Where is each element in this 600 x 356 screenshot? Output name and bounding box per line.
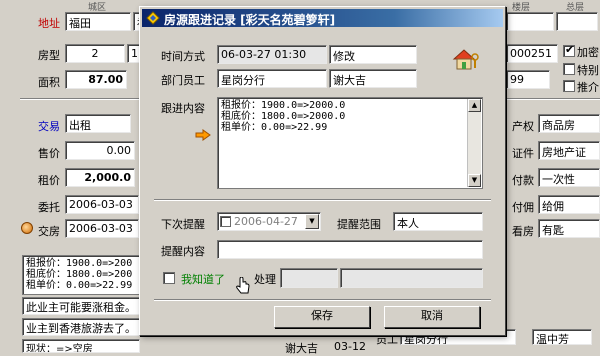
note-row[interactable]: 业主到香港旅游去了。	[22, 318, 140, 336]
dialog-titlebar[interactable]: 房源跟进记录 [彩天名苑碧箩轩]	[142, 9, 503, 27]
room-type-label: 房型	[38, 49, 60, 62]
scroll-up-icon[interactable]: ▲	[468, 99, 481, 112]
memo-line: 租底价：1800.0=>200	[26, 269, 133, 280]
next-remind-date: 2006-04-27	[234, 215, 298, 228]
address-field[interactable]: 福田	[65, 12, 131, 31]
content-scrollbar[interactable]: ▲ ▼	[467, 99, 481, 187]
content-textarea[interactable]: 租报价：1900.0=>2000.0 租底价：1800.0=>2000.0 租单价：…	[217, 97, 483, 189]
recommend-checkbox[interactable]	[563, 80, 575, 92]
encrypt-label: 加密	[577, 46, 599, 59]
area-label: 面积	[38, 76, 60, 89]
view-field[interactable]: 有匙	[538, 219, 600, 238]
hand-cursor-icon	[236, 277, 250, 294]
sale-price-field[interactable]: 0.00	[65, 141, 135, 160]
commission-label: 付佣	[512, 201, 534, 214]
remind-content-label: 提醒内容	[161, 245, 205, 258]
memo-line: 租报价：1900.0=>200	[26, 258, 133, 269]
room-type-field[interactable]: 2	[65, 44, 125, 63]
handle-label: 处理	[254, 273, 276, 286]
staff-person-field[interactable]: 温中芳	[532, 329, 592, 345]
clock-icon	[21, 222, 33, 234]
entrust-label: 委托	[38, 201, 60, 214]
special-checkbox[interactable]	[563, 63, 575, 75]
cert-field[interactable]: 房地产证	[538, 141, 600, 160]
dept-label: 部门员工	[161, 74, 205, 87]
next-remind-label: 下次提醒	[161, 218, 205, 231]
method-field[interactable]: 修改	[329, 45, 417, 64]
rent-label: 租价	[38, 174, 60, 187]
follow-up-dialog: 房源跟进记录 [彩天名苑碧箩轩] 时间方式 06-03-27 01:30 修改 …	[139, 6, 506, 336]
cert-label: 证件	[512, 147, 534, 160]
i-know-label[interactable]: 我知道了	[181, 271, 225, 287]
content-line: 租底价：1800.0=>2000.0	[221, 111, 346, 122]
floor-partial-field[interactable]: 99	[506, 70, 550, 89]
sale-price-label: 售价	[38, 147, 60, 160]
note-row[interactable]: 此业主可能要涨租金。	[22, 297, 140, 315]
diamond-icon	[146, 11, 160, 25]
remind-content-field[interactable]	[217, 240, 483, 259]
bottom-person: 谢大吉	[285, 342, 318, 355]
encrypt-checkbox[interactable]	[563, 43, 575, 57]
bottom-date: 03-12	[334, 340, 366, 353]
entrust-field[interactable]: 2006-03-03	[65, 195, 139, 214]
time-method-label: 时间方式	[161, 50, 205, 63]
remind-range-label: 提醒范围	[337, 218, 381, 231]
header-district: 城区	[88, 3, 107, 13]
pay-field[interactable]: 一次性	[538, 168, 600, 187]
deliver-field[interactable]: 2006-03-03	[65, 219, 139, 238]
next-remind-checkbox[interactable]	[220, 216, 231, 227]
phone-field[interactable]: 000251	[506, 44, 558, 63]
view-label: 看房	[512, 225, 534, 238]
form-separator	[20, 98, 140, 100]
house-icon	[452, 49, 479, 70]
save-button[interactable]: 保存	[274, 306, 370, 328]
address-label: 地址	[38, 17, 60, 30]
form-separator-right	[506, 98, 600, 100]
content-line: 租报价：1900.0=>2000.0	[221, 100, 346, 111]
next-remind-date-field[interactable]: 2006-04-27 ▼	[217, 212, 321, 231]
time-field[interactable]: 06-03-27 01:30	[217, 45, 327, 64]
property-field[interactable]: 商品房	[538, 114, 600, 133]
pay-label: 付款	[512, 174, 534, 187]
note-row[interactable]: 现状：=>空房	[22, 339, 140, 353]
trade-field[interactable]: 出租	[65, 114, 131, 133]
trade-label: 交易	[38, 120, 60, 133]
special-label: 特别	[577, 64, 599, 77]
content-line: 租单价：0.00=>22.99	[221, 122, 328, 133]
dialog-separator	[154, 199, 491, 201]
dialog-separator-2	[154, 299, 491, 301]
recommend-label: 推介	[577, 81, 599, 94]
commission-field[interactable]: 给佣	[538, 195, 600, 214]
scroll-down-icon[interactable]: ▼	[468, 174, 481, 187]
deliver-label: 交房	[38, 225, 60, 238]
total-floor-field[interactable]	[556, 12, 598, 31]
memo-line: 租单价：0.00=>22.99	[26, 280, 133, 291]
cancel-button[interactable]: 取消	[384, 306, 480, 328]
arrow-right-icon	[195, 129, 211, 141]
header-total: 总层	[566, 3, 585, 13]
handle-field-1[interactable]	[280, 268, 338, 288]
content-label: 跟进内容	[161, 102, 205, 115]
property-label: 产权	[512, 120, 534, 133]
dept-field[interactable]: 星岗分行	[217, 69, 327, 88]
rent-field[interactable]: 2,000.0	[65, 168, 135, 187]
handle-field-2[interactable]	[340, 268, 483, 288]
dialog-title: 房源跟进记录 [彩天名苑碧箩轩]	[164, 13, 336, 27]
dropdown-arrow-icon[interactable]: ▼	[305, 214, 319, 229]
area-field[interactable]: 87.00	[65, 70, 127, 89]
employee-field[interactable]: 谢大吉	[329, 69, 417, 88]
floor-field[interactable]	[506, 12, 554, 31]
header-floor: 楼层	[512, 3, 531, 13]
history-memo[interactable]: 租报价：1900.0=>200 租底价：1800.0=>200 租单价：0.00=>…	[22, 255, 140, 295]
i-know-checkbox[interactable]	[163, 272, 175, 284]
remind-range-field[interactable]: 本人	[393, 212, 483, 231]
